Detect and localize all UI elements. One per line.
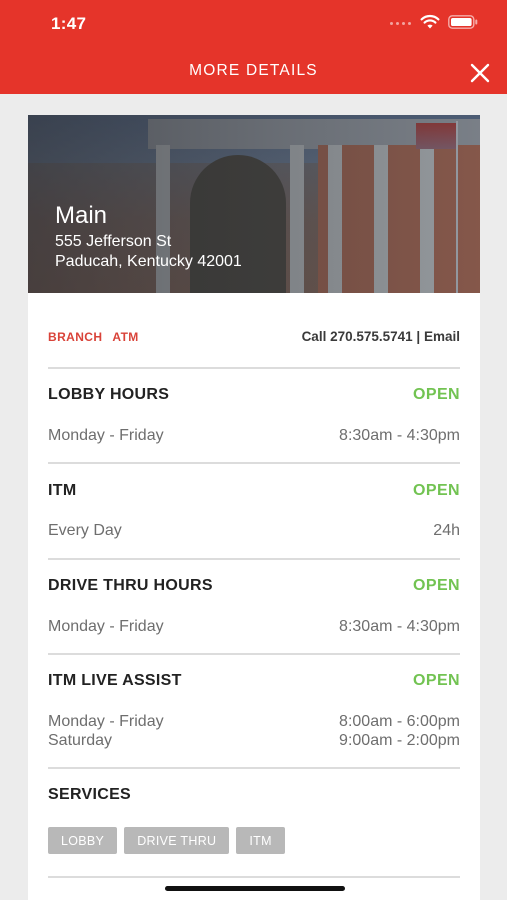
contact-links: Call 270.575.5741 | Email (302, 329, 460, 344)
section-title-drive-thru: DRIVE THRU HOURS (48, 577, 213, 594)
service-chip-itm: ITM (236, 827, 285, 854)
divider (48, 653, 460, 655)
branch-photo: Main 555 Jefferson St Paducah, Kentucky … (28, 115, 480, 293)
status-itm: OPEN (413, 482, 460, 499)
hours-day-label: Monday - Friday (48, 427, 164, 444)
status-lobby-hours: OPEN (413, 386, 460, 403)
address-line-1: 555 Jefferson St (55, 233, 172, 250)
service-chip-lobby: LOBBY (48, 827, 118, 854)
type-atm: ATM (112, 330, 139, 344)
hours-day-label: Every Day (48, 522, 122, 539)
status-itm-live-assist: OPEN (413, 672, 460, 689)
hours-day-label: Monday - Friday (48, 713, 164, 730)
close-button[interactable] (466, 59, 494, 87)
section-title-itm-live-assist: ITM LIVE ASSIST (48, 672, 182, 689)
section-title-lobby-hours: LOBBY HOURS (48, 386, 170, 403)
hours-time-value: 8:30am - 4:30pm (339, 427, 460, 444)
divider (48, 876, 460, 878)
email-link[interactable]: Email (424, 329, 460, 344)
divider (48, 367, 460, 369)
section-title-services: SERVICES (48, 786, 132, 803)
hours-day-label: Saturday (48, 732, 113, 749)
service-chip-drive-thru: DRIVE THRU (124, 827, 230, 854)
contact-separator: | (416, 329, 421, 344)
battery-icon (448, 15, 478, 29)
details-card: Main 555 Jefferson St Paducah, Kentucky … (28, 115, 480, 900)
divider (48, 558, 460, 560)
page-title: MORE DETAILS (189, 62, 318, 79)
status-time: 1:47 (51, 14, 87, 33)
signal-dots-icon (390, 22, 411, 25)
home-indicator[interactable] (165, 886, 345, 891)
close-icon (470, 63, 490, 83)
services-list: LOBBY DRIVE THRU ITM (48, 827, 285, 854)
hours-time-value: 8:00am - 6:00pm (339, 713, 460, 730)
type-branch: BRANCH (48, 330, 103, 344)
divider (48, 767, 460, 769)
status-drive-thru: OPEN (413, 577, 460, 594)
wifi-icon (420, 14, 440, 29)
hours-time-value: 9:00am - 2:00pm (339, 732, 460, 749)
call-link[interactable]: Call 270.575.5741 (302, 329, 413, 344)
branch-name: Main (55, 202, 108, 229)
divider (48, 462, 460, 464)
location-types: BRANCH ATM (48, 330, 139, 344)
hours-day-label: Monday - Friday (48, 618, 164, 635)
address-line-2: Paducah, Kentucky 42001 (55, 253, 242, 270)
header-bar: 1:47 MORE DETAILS (0, 0, 507, 94)
section-title-itm: ITM (48, 482, 77, 499)
hours-time-value: 24h (433, 522, 460, 539)
hours-time-value: 8:30am - 4:30pm (339, 618, 460, 635)
